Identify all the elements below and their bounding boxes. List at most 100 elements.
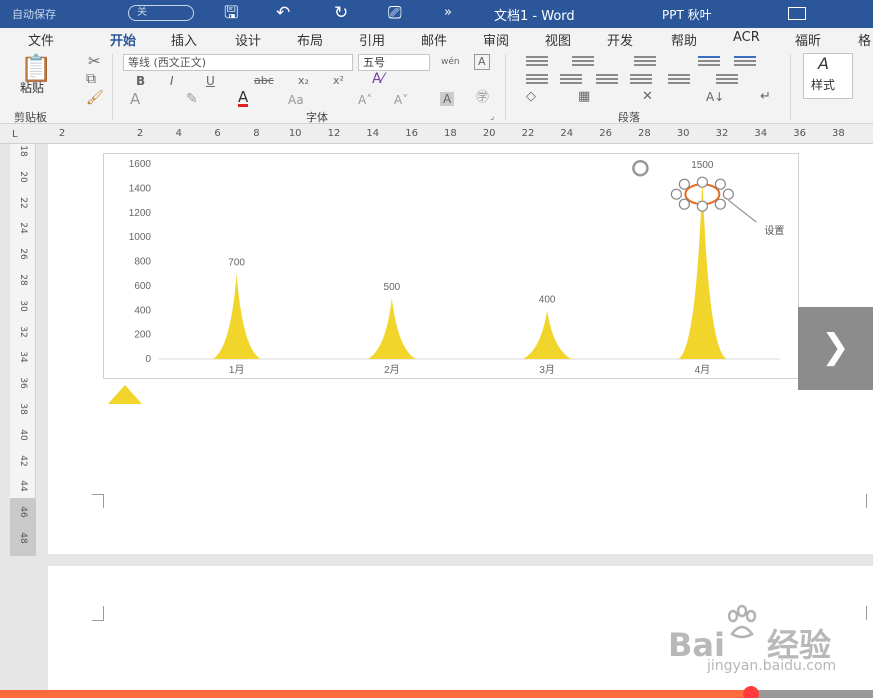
ruler-tick: 20 (482, 128, 496, 139)
decrease-indent-icon[interactable] (698, 56, 720, 68)
format-painter-icon[interactable]: 🖌 (86, 91, 104, 105)
ruler-tick: 18 (18, 145, 28, 157)
undo-icon[interactable]: ↶ (276, 3, 290, 23)
tab-more[interactable]: 格 (858, 30, 871, 49)
italic-icon[interactable]: I (170, 74, 174, 88)
margin-corner-mark (866, 606, 867, 620)
borders-icon[interactable]: ▦ (578, 90, 590, 104)
more-commands-icon[interactable]: » (444, 3, 452, 23)
tab-foxit[interactable]: 福昕 (795, 30, 821, 49)
tab-home[interactable]: 开始 (110, 30, 137, 52)
shrink-font-icon[interactable]: A˅ (394, 93, 408, 107)
y-tick-label: 200 (134, 330, 151, 341)
highlight-icon[interactable]: ✎ (186, 92, 198, 106)
ruler-tick: 30 (676, 128, 690, 139)
bullets-icon[interactable] (526, 56, 548, 68)
char-border-icon[interactable]: A (474, 54, 490, 70)
ruler-tick: 20 (18, 171, 28, 183)
resize-handle (678, 198, 690, 210)
ruler-tick: 32 (18, 325, 28, 338)
strikethrough-icon[interactable]: abc (254, 74, 274, 88)
clipboard-icon[interactable]: 📋 (20, 56, 52, 82)
group-divider (790, 54, 791, 120)
clear-format-icon[interactable]: A⁄ (372, 72, 384, 86)
vertical-ruler[interactable]: 18 20 22 24 26 28 30 32 34 36 38 40 42 44 46 48 (10, 144, 36, 556)
ruler-tick: 26 (18, 248, 28, 260)
justify-icon[interactable] (630, 74, 652, 86)
chinese-layout-icon[interactable]: ✕ (642, 90, 653, 104)
bold-icon[interactable]: B (136, 74, 145, 88)
phonetic-guide-icon[interactable]: wén (441, 55, 460, 69)
area-chart[interactable]: 0 200 400 600 800 1000 1200 1400 1600 700 1月 500 2月 4… (104, 154, 798, 378)
ruler-tick: 2 (136, 128, 144, 139)
x-tick-label: 2月 (384, 364, 400, 376)
align-center-icon[interactable] (560, 74, 582, 86)
change-case-icon[interactable]: Aa (288, 93, 304, 107)
tab-layout[interactable]: 布局 (297, 30, 323, 49)
video-progress-bar[interactable] (0, 686, 873, 698)
distributed-icon[interactable] (668, 74, 690, 86)
grow-font-icon[interactable]: A˄ (358, 93, 372, 107)
font-color-icon[interactable]: A (238, 90, 249, 107)
ruler-tick: 6 (214, 128, 221, 139)
align-right-icon[interactable] (596, 74, 618, 86)
ribbon-display-icon[interactable] (788, 7, 806, 20)
ribbon-home: 📋 粘贴 ✂ ⧉ 🖌 剪贴板 等线 (西文正文) 五号 wén A B I U … (0, 50, 873, 124)
align-left-icon[interactable] (526, 74, 548, 86)
show-marks-icon[interactable]: ↵ (760, 90, 771, 104)
redo-icon[interactable]: ↻ (334, 3, 348, 23)
font-dialog-launcher-icon[interactable]: ⌟ (490, 110, 494, 124)
present-icon[interactable]: ⎚ (388, 3, 402, 23)
ruler-tick: 36 (793, 128, 806, 139)
progress-handle[interactable] (743, 686, 759, 698)
subscript-icon[interactable]: x₂ (298, 74, 309, 88)
tab-mailings[interactable]: 邮件 (421, 30, 447, 49)
styles-gallery-button[interactable]: A 样式 (803, 53, 853, 99)
paste-button[interactable]: 粘贴 (20, 81, 44, 95)
increase-indent-icon[interactable] (734, 56, 756, 68)
tab-references[interactable]: 引用 (359, 30, 385, 49)
data-label: 400 (539, 294, 556, 305)
shading-icon[interactable]: ◇ (526, 90, 536, 104)
x-tick-label: 4月 (695, 364, 711, 376)
ruler-tick: 44 (18, 480, 28, 493)
font-size-select[interactable]: 五号 (358, 54, 430, 71)
copy-icon[interactable]: ⧉ (86, 72, 96, 86)
tab-selector[interactable]: L (12, 129, 18, 140)
enclose-char-icon[interactable]: ㊫ (476, 91, 489, 105)
chart-object[interactable]: 0 200 400 600 800 1000 1200 1400 1600 700 1月 500 2月 4… (103, 153, 799, 379)
char-shading-icon[interactable]: A (440, 92, 455, 106)
tab-developer[interactable]: 开发 (607, 30, 633, 49)
horizontal-ruler[interactable]: L 2 2 4 6 8 10 12 14 16 18 20 22 24 26 28 30 32 34 36 38 (0, 124, 873, 144)
superscript-icon[interactable]: x² (333, 74, 344, 88)
tab-insert[interactable]: 插入 (171, 30, 197, 49)
numbering-icon[interactable] (572, 56, 594, 68)
sort-icon[interactable]: A↓ (706, 90, 724, 104)
stray-triangle-shape[interactable] (106, 383, 144, 405)
group-label-font: 字体 (306, 111, 328, 124)
font-name-select[interactable]: 等线 (西文正文) (123, 54, 353, 71)
next-slide-button[interactable]: ❯ (798, 307, 873, 390)
cut-icon[interactable]: ✂ (88, 54, 101, 69)
resize-handle (714, 178, 726, 190)
ruler-tick: 4 (175, 128, 182, 139)
tab-view[interactable]: 视图 (545, 30, 571, 49)
tab-file[interactable]: 文件 (28, 30, 54, 49)
data-label: 1500 (691, 160, 714, 171)
underline-icon[interactable]: U (206, 74, 215, 88)
data-label: 500 (384, 282, 401, 293)
tab-design[interactable]: 设计 (235, 30, 261, 49)
autosave-toggle[interactable]: 关 (128, 5, 194, 21)
x-tick-label: 1月 (229, 364, 245, 376)
line-spacing-icon[interactable] (716, 74, 738, 86)
multilevel-list-icon[interactable] (634, 56, 656, 68)
save-icon[interactable]: 🖫 (224, 3, 238, 23)
tab-review[interactable]: 审阅 (483, 30, 509, 49)
tab-acrobat[interactable]: ACR (733, 30, 760, 45)
tab-help[interactable]: 帮助 (671, 30, 697, 49)
ruler-tick: 14 (366, 128, 380, 139)
ruler-tick: 48 (18, 532, 28, 544)
user-name[interactable]: PPT 秋叶 (662, 6, 712, 23)
annotation-label: 设置 (764, 225, 784, 237)
text-effect-icon[interactable]: A (130, 92, 140, 107)
